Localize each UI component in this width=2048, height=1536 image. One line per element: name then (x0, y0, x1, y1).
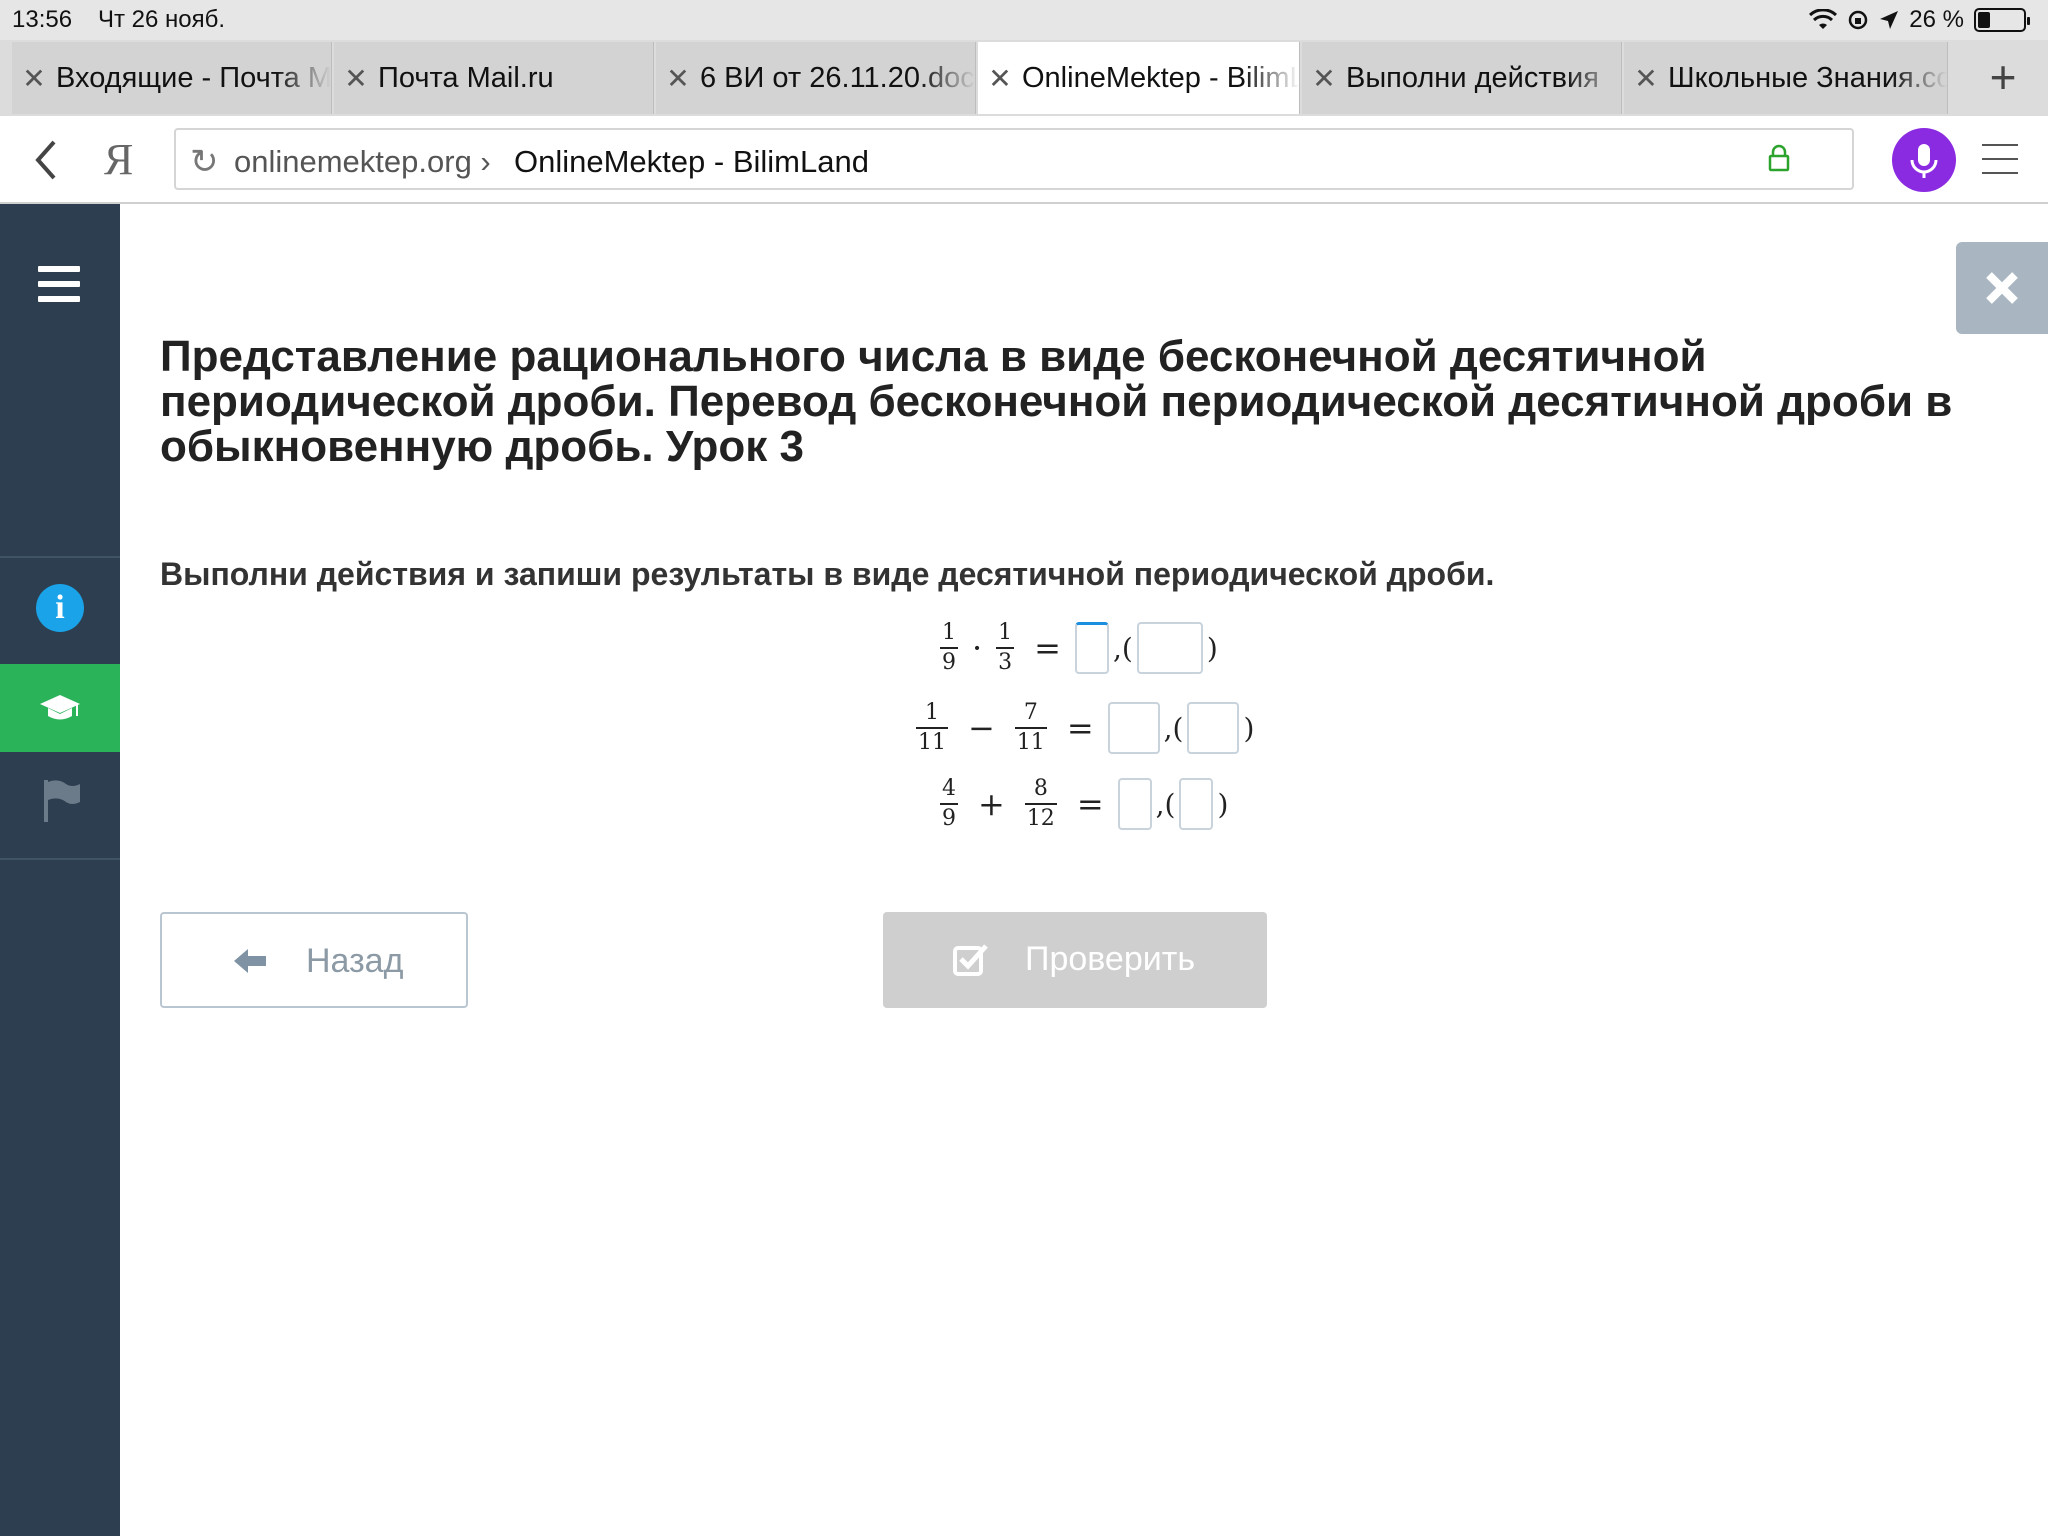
equals-sign: = (1066, 709, 1094, 747)
tab-onlinemektep[interactable]: ✕ OnlineMektep - BilimLand (978, 42, 1300, 114)
tab-close-icon[interactable]: ✕ (334, 62, 378, 95)
fraction: 7 11 (1014, 700, 1047, 755)
fraction: 13 (996, 620, 1015, 675)
fraction: 19 (940, 621, 958, 675)
denominator: 3 (996, 647, 1015, 675)
tab-close-icon[interactable]: ✕ (656, 62, 700, 95)
tab-label: Почта Mail.ru (378, 61, 554, 94)
check-button[interactable]: Проверить (883, 912, 1267, 1008)
equals-sign: = (1034, 629, 1061, 667)
sidebar-divider (0, 858, 120, 860)
microphone-icon (1910, 144, 1938, 178)
sidebar-divider (0, 556, 120, 558)
numerator: 1 (925, 700, 939, 725)
integer-part-input[interactable] (1107, 702, 1160, 754)
battery-icon (1974, 8, 2030, 32)
tab-inbox[interactable]: ✕ Входящие - Почта Mail.ru (12, 42, 332, 114)
new-tab-plus-icon[interactable]: + (1978, 54, 2028, 100)
tab-znania[interactable]: ✕ Школьные Знания.com (1624, 42, 1948, 114)
period-input[interactable] (1179, 778, 1214, 830)
status-time: 13:56 (12, 6, 73, 33)
wifi-icon (1809, 9, 1838, 29)
fraction: 8 12 (1024, 776, 1057, 831)
operator: · (972, 629, 983, 667)
close-paren: ) (1206, 631, 1218, 665)
fraction: 49 (940, 777, 958, 831)
denominator: 9 (940, 803, 958, 831)
close-lesson-button[interactable] (1956, 242, 2048, 334)
url-page-title: OnlineMektep - BilimLand (514, 144, 869, 179)
comma-paren: ,( (1112, 631, 1133, 665)
tab-close-icon[interactable]: ✕ (1624, 62, 1668, 95)
lock-icon[interactable] (1768, 144, 1790, 172)
tab-close-icon[interactable]: ✕ (978, 62, 1022, 95)
tab-document[interactable]: ✕ 6 ВИ от 26.11.20.docx (656, 42, 976, 114)
tab-label: Выполни действия (1346, 61, 1599, 94)
location-arrow-icon (1880, 11, 1899, 29)
task-instruction: Выполни действия и запиши результаты в в… (160, 556, 1495, 592)
close-paren: ) (1217, 787, 1229, 821)
period-input[interactable] (1136, 622, 1203, 674)
period-input[interactable] (1187, 702, 1240, 754)
voice-assistant-button[interactable] (1892, 128, 1956, 192)
tab-bar: ✕ Входящие - Почта Mail.ru ✕ Почта Mail.… (0, 40, 2048, 116)
comma-paren: ,( (1163, 711, 1184, 745)
tab-label: OnlineMektep - BilimLand (1022, 61, 1299, 94)
operator: + (978, 785, 1005, 823)
denominator: 12 (1024, 803, 1057, 831)
integer-part-input[interactable] (1117, 778, 1152, 830)
reload-icon[interactable]: ↻ (190, 142, 219, 182)
close-paren: ) (1243, 711, 1255, 745)
back-button[interactable]: Назад (160, 912, 468, 1008)
tab-close-icon[interactable]: ✕ (12, 62, 56, 95)
tab-close-icon[interactable]: ✕ (1302, 62, 1346, 95)
check-button-label: Проверить (1025, 940, 1196, 978)
comma-paren: ,( (1155, 787, 1176, 821)
equals-sign: = (1076, 785, 1104, 823)
sidebar-item-info[interactable]: i (0, 564, 120, 652)
url-domain: onlinemektep.org › (234, 144, 491, 179)
back-button-label: Назад (306, 942, 404, 980)
graduation-cap-icon (40, 695, 80, 720)
address-field[interactable]: ↻ onlinemektep.org › OnlineMektep - Bili… (174, 128, 1854, 190)
orientation-lock-icon (1849, 10, 1868, 30)
info-icon: i (36, 584, 84, 632)
lesson-sidebar: i (0, 204, 120, 1536)
numerator: 1 (942, 620, 956, 645)
tab-mail[interactable]: ✕ Почта Mail.ru (334, 42, 654, 114)
checkbox-check-icon (953, 944, 988, 976)
numerator: 1 (998, 620, 1013, 645)
back-chevron-icon[interactable] (24, 132, 64, 188)
denominator: 9 (940, 647, 958, 675)
equation-row: 1 11 − 7 11 = ,( ) (910, 692, 1258, 764)
numerator: 7 (1023, 700, 1038, 725)
operator: − (968, 709, 995, 747)
integer-part-input[interactable] (1074, 622, 1109, 674)
tab-task[interactable]: ✕ Выполни действия (1302, 42, 1622, 114)
arrow-left-icon (234, 949, 266, 973)
numerator: 4 (942, 776, 956, 801)
denominator: 11 (916, 727, 948, 755)
status-bar: 13:56 Чт 26 нояб. 26 % (0, 0, 2048, 40)
battery-percent: 26 % (1909, 6, 1964, 33)
status-date: Чт 26 нояб. (98, 6, 226, 33)
tab-label: 6 ВИ от 26.11.20.docx (700, 61, 975, 94)
tab-label: Входящие - Почта Mail.ru (56, 61, 331, 94)
sidebar-item-flag[interactable] (0, 756, 120, 844)
numerator: 8 (1033, 776, 1048, 801)
navigation-bar: Я ↻ onlinemektep.org › OnlineMektep - Bi… (0, 116, 2048, 204)
equation-row: 49 + 8 12 = ,( ) (934, 768, 1232, 840)
flag-icon (44, 780, 80, 822)
fraction: 1 11 (916, 701, 948, 755)
equation-row: 19 · 13 = ,( ) (934, 612, 1222, 684)
lesson-title: Представление рационального числа в виде… (160, 332, 1953, 471)
status-indicators: 26 % (1809, 6, 2030, 34)
denominator: 11 (1014, 727, 1047, 755)
browser-menu-icon[interactable] (1982, 144, 2018, 174)
tab-label: Школьные Знания.com (1668, 61, 1947, 94)
sidebar-menu-icon[interactable] (38, 266, 80, 302)
close-icon (1986, 272, 2018, 304)
sidebar-item-lesson[interactable] (0, 664, 120, 752)
yandex-logo[interactable]: Я (104, 134, 133, 185)
